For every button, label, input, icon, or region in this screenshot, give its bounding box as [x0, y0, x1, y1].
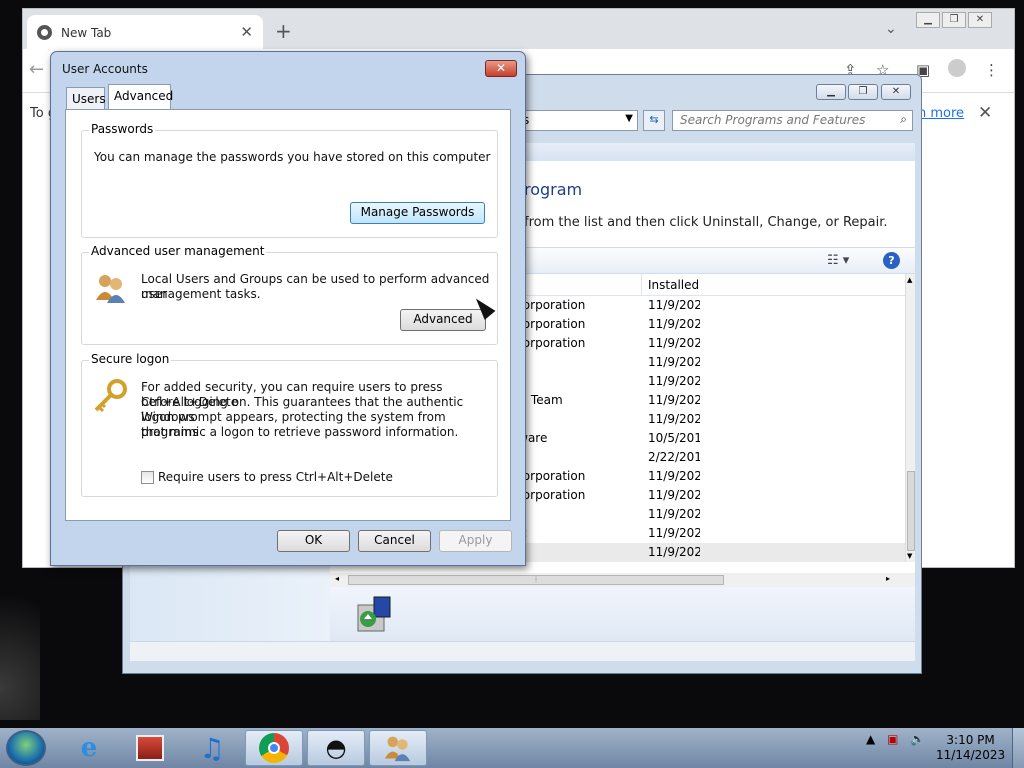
minimize-icon[interactable]: ▁ [916, 12, 940, 28]
chrome-taskbar-icon[interactable] [245, 730, 303, 766]
restore-icon[interactable]: ❐ [942, 12, 966, 28]
taskbar: e ♫ ◓ ▲ ▣ 🔈 3:10 PM 11/14/2023 [0, 728, 1024, 768]
installed-date-cell: 2/22/2011 [648, 450, 700, 464]
chrome-favicon-icon [37, 25, 52, 40]
aum-text-line2: management tasks. [141, 287, 261, 301]
search-input[interactable]: Search Programs and Features ⌕ [672, 110, 913, 131]
installed-date-cell: 11/9/2023 [648, 336, 700, 350]
infobar-learn-more-link[interactable]: n more [918, 106, 964, 121]
back-arrow-icon[interactable]: ← [29, 59, 44, 80]
scroll-down-icon[interactable]: ▼ [907, 552, 912, 560]
tab-title: New Tab [61, 26, 112, 40]
system-tray: ▲ ▣ 🔈 [866, 732, 925, 746]
tab-close-icon[interactable]: ✕ [240, 23, 253, 41]
show-hidden-icons-icon[interactable]: ▲ [866, 732, 875, 746]
itunes-icon[interactable]: ♫ [183, 730, 241, 766]
aum-label: Advanced user management [89, 244, 267, 258]
advanced-user-management-group: Advanced user management Local Users and… [81, 244, 498, 345]
installed-date-cell: 11/9/2023 [648, 507, 700, 521]
menu-dots-icon[interactable]: ⋮ [984, 61, 999, 79]
tab-advanced[interactable]: Advanced [108, 84, 173, 109]
installed-date-cell: 11/9/2023 [648, 355, 700, 369]
users-group-icon [96, 275, 125, 303]
horizontal-scroll-thumb[interactable]: ⦙ [348, 575, 724, 585]
search-icon[interactable]: ⌕ [900, 112, 907, 127]
installed-date-cell: 11/9/2023 [648, 545, 700, 559]
dialog-title: User Accounts [62, 62, 148, 76]
tab-new-tab[interactable]: New Tab ✕ [27, 15, 263, 49]
status-bar [130, 641, 915, 661]
vertical-scrollbar[interactable]: ▲ ▼ [905, 274, 915, 562]
tab-users[interactable]: Users [66, 87, 106, 109]
installed-date-cell: 11/9/2023 [648, 393, 700, 407]
vertical-scroll-thumb[interactable] [907, 471, 915, 551]
infobar-close-icon[interactable]: ✕ [978, 103, 992, 123]
installed-date-cell: 11/9/2023 [648, 374, 700, 388]
user-accounts-dialog: User Accounts ✕ Users Advanced Passwords… [50, 51, 526, 566]
secure-text-line4: that mimic a logon to retrieve password … [141, 425, 459, 439]
key-icon [94, 379, 127, 413]
tab-strip: New Tab ✕ + ⌄ ▁ ❐ ✕ [23, 9, 1014, 49]
prog-close-icon[interactable]: ✕ [881, 84, 911, 100]
ctrl-alt-delete-label[interactable]: Require users to press Ctrl+Alt+Delete [158, 470, 393, 485]
search-placeholder: Search Programs and Features [680, 113, 866, 127]
column-installed[interactable]: Installed [641, 274, 698, 296]
installed-date-cell: 11/9/2023 [648, 412, 700, 426]
scroll-left-icon[interactable]: ◂ [335, 574, 339, 583]
passwords-label: Passwords [89, 122, 156, 136]
installed-date-cell: 11/9/2023 [648, 488, 700, 502]
network-error-icon[interactable]: ▣ [887, 732, 898, 746]
page-title: rogram [524, 180, 583, 199]
passwords-text: You can manage the passwords you have st… [94, 150, 491, 164]
new-tab-button[interactable]: + [275, 19, 292, 43]
installed-date-cell: 11/9/2023 [648, 298, 700, 312]
program-package-icon [357, 596, 391, 632]
secure-logon-group: Secure logon For added security, you can… [81, 352, 498, 497]
show-desktop-button[interactable] [1012, 728, 1024, 768]
profile-avatar-icon[interactable] [948, 59, 966, 77]
installed-date-cell: 11/9/2023 [648, 526, 700, 540]
clock[interactable]: 3:10 PM 11/14/2023 [936, 733, 1005, 763]
installed-date-cell: 11/9/2023 [648, 317, 700, 331]
scroll-right-icon[interactable]: ▸ [886, 574, 890, 583]
address-bar[interactable]: s ▼ [518, 110, 638, 131]
help-icon[interactable]: ? [883, 252, 900, 269]
clock-date: 11/14/2023 [936, 748, 1006, 762]
details-pane [330, 587, 915, 641]
installed-date-cell: 11/9/2023 [648, 469, 700, 483]
installed-date-cell: 10/5/2010 [648, 431, 700, 445]
secure-logon-label: Secure logon [89, 352, 172, 366]
volume-muted-icon[interactable]: 🔈 [910, 732, 925, 746]
prog-restore-icon[interactable]: ❐ [848, 84, 878, 100]
advanced-tab-panel: Passwords You can manage the passwords y… [65, 109, 511, 521]
scroll-up-icon[interactable]: ▲ [907, 276, 912, 284]
desktop-background [0, 560, 40, 720]
view-options-icon[interactable]: ☷ ▾ [827, 253, 849, 268]
apply-button[interactable]: Apply [439, 530, 512, 552]
ok-button[interactable]: OK [277, 530, 350, 552]
address-dropdown-icon[interactable]: ▼ [625, 113, 633, 124]
passwords-group: Passwords You can manage the passwords y… [81, 122, 498, 238]
clock-time: 3:10 PM [946, 733, 995, 747]
bowler-hat-app-icon[interactable]: ◓ [307, 730, 365, 766]
tab-search-icon[interactable]: ⌄ [885, 21, 897, 37]
page-subtitle: from the list and then click Uninstall, … [524, 215, 888, 230]
ctrl-alt-delete-checkbox[interactable] [141, 471, 154, 484]
cancel-button[interactable]: Cancel [358, 530, 431, 552]
user-accounts-taskbar-icon[interactable] [369, 730, 427, 766]
media-player-icon[interactable] [121, 730, 179, 766]
chrome-window-controls: ▁ ❐ ✕ [916, 12, 992, 28]
close-icon[interactable]: ✕ [968, 12, 992, 28]
start-orb-icon[interactable] [6, 730, 46, 766]
refresh-icon[interactable]: ⇆ [643, 110, 665, 131]
advanced-button[interactable]: Advanced [400, 309, 486, 331]
dialog-close-button[interactable]: ✕ [485, 60, 517, 77]
horizontal-scrollbar[interactable]: ◂ ⦙ ▸ [330, 573, 915, 587]
prog-minimize-icon[interactable]: ▁ [816, 84, 846, 100]
manage-passwords-button[interactable]: Manage Passwords [350, 202, 485, 224]
internet-explorer-icon[interactable]: e [60, 730, 118, 766]
